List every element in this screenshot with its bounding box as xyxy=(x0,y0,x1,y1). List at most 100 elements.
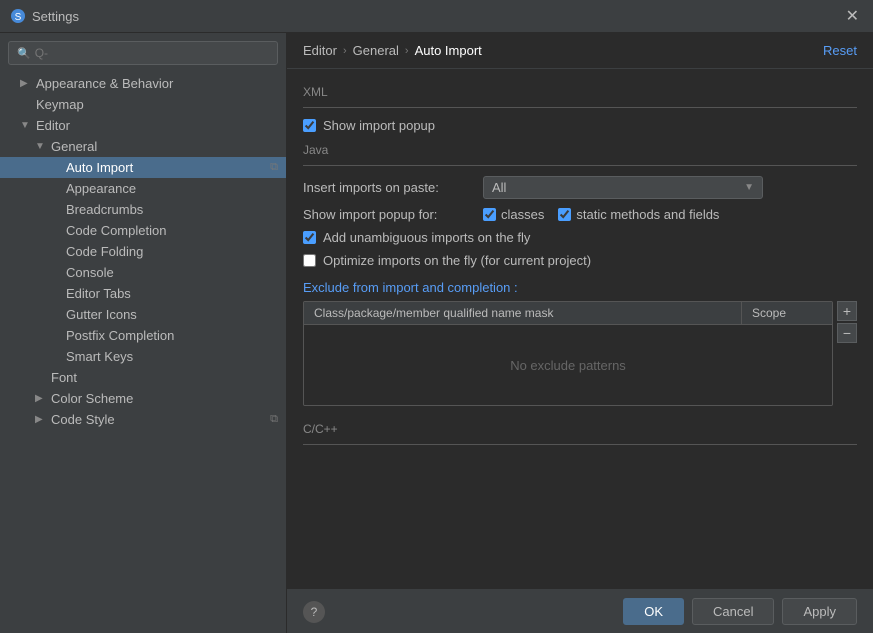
add-unambiguous-row: Add unambiguous imports on the fly xyxy=(303,230,857,245)
show-import-popup-java-row: Show import popup for: classes static me… xyxy=(303,207,857,222)
table-body: No exclude patterns xyxy=(304,325,832,405)
sidebar-item-label: Gutter Icons xyxy=(66,307,278,322)
arrow-icon: ▼ xyxy=(35,141,49,152)
show-import-popup-xml-checkbox[interactable] xyxy=(303,119,316,132)
exclude-colon: : xyxy=(514,280,518,295)
java-section-label: Java xyxy=(303,143,857,157)
breadcrumb-sep-2: › xyxy=(405,45,409,57)
help-button[interactable]: ? xyxy=(303,601,325,623)
sidebar: 🔍 ▶ Appearance & Behavior Keymap ▼ Edito… xyxy=(0,33,287,633)
close-button[interactable]: ✕ xyxy=(842,6,863,26)
sidebar-item-label: Appearance xyxy=(66,181,278,196)
sidebar-item-smart-keys[interactable]: Smart Keys xyxy=(0,346,286,367)
optimize-imports-row: Optimize imports on the fly (for current… xyxy=(303,253,857,268)
arrow-icon: ▶ xyxy=(35,393,49,404)
static-methods-checkbox[interactable] xyxy=(558,208,571,221)
optimize-imports-checkbox[interactable] xyxy=(303,254,316,267)
table-col1-header: Class/package/member qualified name mask xyxy=(304,302,742,324)
sidebar-item-auto-import[interactable]: Auto Import ⧉ xyxy=(0,157,286,178)
sidebar-item-label: Auto Import xyxy=(66,160,270,175)
exclude-table-wrapper: Class/package/member qualified name mask… xyxy=(303,301,857,406)
sidebar-item-label: Console xyxy=(66,265,278,280)
cpp-section-label: C/C++ xyxy=(303,422,857,436)
insert-imports-row: Insert imports on paste: All ▼ xyxy=(303,176,857,199)
show-import-popup-java-label: Show import popup for: xyxy=(303,207,483,222)
add-unambiguous-label: Add unambiguous imports on the fly xyxy=(323,230,530,245)
ok-button[interactable]: OK xyxy=(623,598,684,625)
svg-text:S: S xyxy=(15,12,22,23)
insert-imports-value: All xyxy=(492,180,744,195)
title-bar: S Settings ✕ xyxy=(0,0,873,33)
sidebar-item-code-completion[interactable]: Code Completion xyxy=(0,220,286,241)
sidebar-item-postfix-completion[interactable]: Postfix Completion xyxy=(0,325,286,346)
sidebar-item-label: Code Completion xyxy=(66,223,278,238)
breadcrumb-editor: Editor xyxy=(303,43,337,58)
app-icon: S xyxy=(10,8,26,24)
exclude-link[interactable]: import and completion xyxy=(383,280,511,295)
search-input[interactable] xyxy=(35,46,269,60)
sidebar-item-label: Keymap xyxy=(36,97,278,112)
table-action-buttons: + − xyxy=(837,301,857,406)
window-title: Settings xyxy=(32,9,842,24)
add-unambiguous-checkbox[interactable] xyxy=(303,231,316,244)
breadcrumb: Editor › General › Auto Import xyxy=(303,43,482,58)
sidebar-item-label: Editor xyxy=(36,118,278,133)
sidebar-item-label: Postfix Completion xyxy=(66,328,278,343)
remove-pattern-button[interactable]: − xyxy=(837,323,857,343)
sidebar-item-label: General xyxy=(51,139,278,154)
sidebar-item-label: Smart Keys xyxy=(66,349,278,364)
apply-button[interactable]: Apply xyxy=(782,598,857,625)
search-box[interactable]: 🔍 xyxy=(8,41,278,65)
classes-label: classes xyxy=(501,207,544,222)
sidebar-item-label: Breadcrumbs xyxy=(66,202,278,217)
sidebar-item-gutter-icons[interactable]: Gutter Icons xyxy=(0,304,286,325)
arrow-icon: ▶ xyxy=(20,78,34,89)
exclude-section: Exclude from import and completion : Cla… xyxy=(303,280,857,406)
sidebar-item-label: Appearance & Behavior xyxy=(36,76,278,91)
copy-icon: ⧉ xyxy=(270,161,278,174)
exclude-from-text: Exclude from xyxy=(303,280,379,295)
static-methods-label: static methods and fields xyxy=(576,207,719,222)
sidebar-item-color-scheme[interactable]: ▶ Color Scheme xyxy=(0,388,286,409)
table-header: Class/package/member qualified name mask… xyxy=(304,302,832,325)
sidebar-item-appearance[interactable]: Appearance xyxy=(0,178,286,199)
sidebar-item-label: Color Scheme xyxy=(51,391,278,406)
insert-imports-label: Insert imports on paste: xyxy=(303,180,483,195)
sidebar-item-label: Font xyxy=(51,370,278,385)
main-container: 🔍 ▶ Appearance & Behavior Keymap ▼ Edito… xyxy=(0,33,873,633)
cancel-button[interactable]: Cancel xyxy=(692,598,774,625)
sidebar-item-keymap[interactable]: Keymap xyxy=(0,94,286,115)
content-body: XML Show import popup Java Insert import… xyxy=(287,69,873,589)
content-area: Editor › General › Auto Import Reset XML… xyxy=(287,33,873,633)
exclude-label: Exclude from import and completion : xyxy=(303,280,857,295)
show-import-popup-xml-label: Show import popup xyxy=(323,118,435,133)
java-divider xyxy=(303,165,857,166)
breadcrumb-sep-1: › xyxy=(343,45,347,57)
sidebar-item-code-folding[interactable]: Code Folding xyxy=(0,241,286,262)
insert-imports-dropdown[interactable]: All ▼ xyxy=(483,176,763,199)
sidebar-item-font[interactable]: Font xyxy=(0,367,286,388)
xml-section-label: XML xyxy=(303,85,857,99)
sidebar-item-breadcrumbs[interactable]: Breadcrumbs xyxy=(0,199,286,220)
breadcrumb-auto-import: Auto Import xyxy=(415,43,482,58)
cpp-divider xyxy=(303,444,857,445)
sidebar-item-label: Code Folding xyxy=(66,244,278,259)
reset-button[interactable]: Reset xyxy=(823,43,857,58)
sidebar-item-code-style[interactable]: ▶ Code Style ⧉ xyxy=(0,409,286,430)
show-import-popup-xml-row: Show import popup xyxy=(303,118,857,133)
add-pattern-button[interactable]: + xyxy=(837,301,857,321)
sidebar-item-general[interactable]: ▼ General xyxy=(0,136,286,157)
search-icon: 🔍 xyxy=(17,47,31,60)
sidebar-item-appearance-behavior[interactable]: ▶ Appearance & Behavior xyxy=(0,73,286,94)
sidebar-item-console[interactable]: Console xyxy=(0,262,286,283)
copy-icon: ⧉ xyxy=(270,413,278,426)
classes-checkbox[interactable] xyxy=(483,208,496,221)
table-col2-header: Scope xyxy=(742,302,832,324)
sidebar-item-editor[interactable]: ▼ Editor xyxy=(0,115,286,136)
xml-divider xyxy=(303,107,857,108)
optimize-imports-label: Optimize imports on the fly (for current… xyxy=(323,253,591,268)
exclude-table: Class/package/member qualified name mask… xyxy=(303,301,833,406)
sidebar-item-label: Editor Tabs xyxy=(66,286,278,301)
cpp-section: C/C++ xyxy=(303,422,857,445)
sidebar-item-editor-tabs[interactable]: Editor Tabs xyxy=(0,283,286,304)
